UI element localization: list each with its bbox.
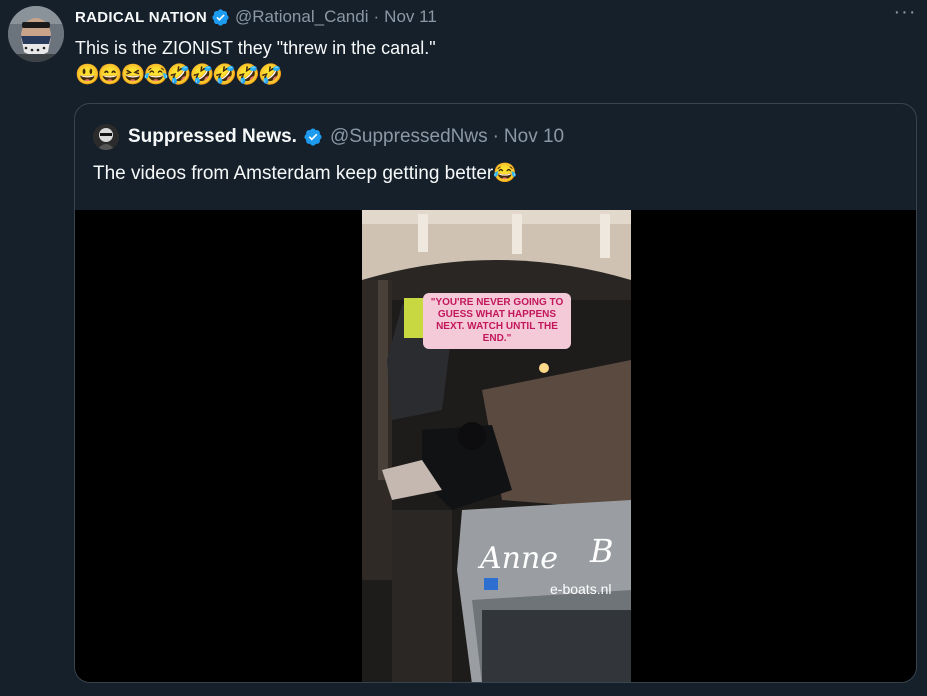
author-avatar[interactable] <box>8 6 64 62</box>
video-player[interactable]: Anne B e-boats.nl "YOU'RE NEVER GOING TO… <box>75 210 916 682</box>
quoted-tweet-header: Suppressed News. @SuppressedNws · Nov 10 <box>93 124 564 150</box>
quoted-tweet-date[interactable]: Nov 10 <box>504 126 564 148</box>
quoted-tweet-card[interactable]: Suppressed News. @SuppressedNws · Nov 10… <box>74 103 917 683</box>
author-handle[interactable]: @Rational_Candi <box>235 7 369 27</box>
tweet-emojis: 😃😄😆😂🤣🤣🤣🤣🤣 <box>75 64 283 86</box>
separator-dot: · <box>373 7 380 26</box>
boat-name-text-2: B <box>589 532 614 570</box>
quoted-separator-dot: · <box>492 126 499 147</box>
video-caption: "YOU'RE NEVER GOING TO GUESS WHAT HAPPEN… <box>423 293 571 349</box>
quoted-author-avatar[interactable] <box>93 124 119 150</box>
quoted-author-handle[interactable]: @SuppressedNws <box>330 126 488 148</box>
avatar-image <box>8 6 64 62</box>
video-frame[interactable]: Anne B e-boats.nl "YOU'RE NEVER GOING TO… <box>362 210 631 682</box>
quoted-avatar-image <box>93 124 119 150</box>
tweet-header: RADICAL NATION @Rational_Candi · Nov 11 <box>75 6 915 28</box>
video-still-image: Anne B e-boats.nl <box>362 210 631 682</box>
tweet-text: This is the ZIONIST they "threw in the c… <box>75 38 436 58</box>
tweet-date[interactable]: Nov 11 <box>384 7 437 27</box>
quoted-author-name[interactable]: Suppressed News. <box>128 126 297 148</box>
verified-badge-icon[interactable] <box>211 8 230 27</box>
quoted-tweet-text: The videos from Amsterdam keep getting b… <box>93 163 517 184</box>
author-name[interactable]: RADICAL NATION <box>75 9 207 26</box>
boat-site-text: e-boats.nl <box>550 581 611 597</box>
more-options-icon[interactable]: ··· <box>891 2 919 26</box>
quoted-verified-badge-icon[interactable] <box>303 127 323 147</box>
boat-name-text: Anne <box>477 541 558 576</box>
